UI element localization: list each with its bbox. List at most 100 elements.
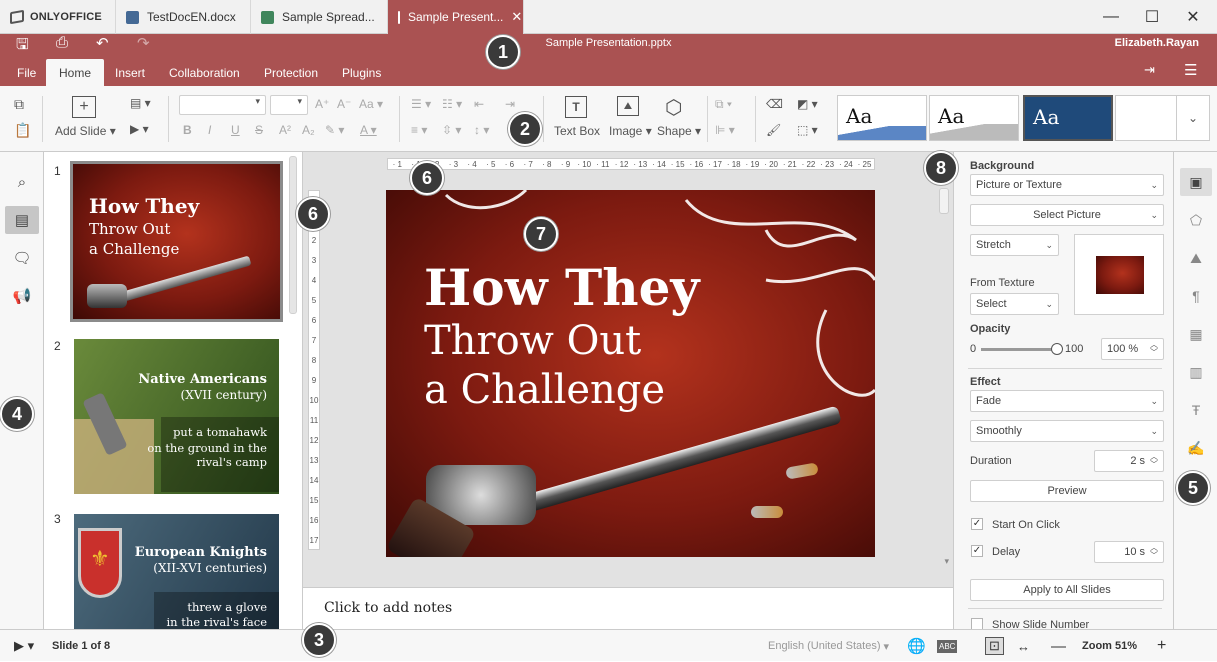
effect-select[interactable]: Fade ⌄: [970, 390, 1164, 412]
fill-type-select[interactable]: Picture or Texture ⌄: [970, 174, 1164, 196]
current-slide[interactable]: How They Throw Out a Challenge: [386, 190, 875, 557]
opacity-slider-thumb[interactable]: [1051, 343, 1063, 355]
bold-icon[interactable]: B: [183, 123, 192, 137]
align-left-icon[interactable]: ≡ ▾: [411, 123, 427, 137]
paragraph-settings-icon[interactable]: ¶: [1180, 282, 1212, 310]
minimize-button[interactable]: —: [1091, 0, 1131, 34]
numbering-icon[interactable]: ☷ ▾: [442, 97, 462, 111]
theme-3[interactable]: Aa: [1023, 95, 1113, 141]
themes-dropdown-button[interactable]: ⌄: [1176, 95, 1210, 141]
change-case-icon[interactable]: Aa ▾: [359, 97, 383, 111]
menu-home[interactable]: Home: [46, 59, 105, 86]
arrange-icon[interactable]: ⧉ ▾: [715, 97, 732, 112]
slide-title-line-1[interactable]: How They: [424, 258, 699, 317]
theme-2[interactable]: Aa: [929, 95, 1019, 141]
preview-button[interactable]: Preview: [970, 480, 1164, 502]
start-slideshow-icon[interactable]: ▶ ▾: [130, 122, 149, 136]
text-box-button[interactable]: Text Box: [554, 124, 600, 138]
stretch-select[interactable]: Stretch ⌄: [970, 234, 1059, 256]
apply-all-slides-button[interactable]: Apply to All Slides: [970, 579, 1164, 601]
vertical-ruler[interactable]: 1123456789101112131415161718: [308, 190, 320, 550]
slide-settings-icon[interactable]: ▣: [1180, 168, 1212, 196]
font-size-select[interactable]: ▾: [270, 95, 308, 115]
spell-check-icon[interactable]: ABC: [937, 630, 958, 662]
copy-icon[interactable]: ⧉: [14, 96, 24, 113]
search-icon[interactable]: ⌕: [5, 168, 39, 196]
increase-font-icon[interactable]: A⁺: [315, 97, 329, 111]
thumbnail-slide-2[interactable]: Native Americans (XVII century) put a to…: [74, 339, 279, 494]
vertical-align-icon[interactable]: ⇳ ▾: [442, 123, 461, 137]
tab-spreadsheet[interactable]: Sample Spread...: [251, 0, 388, 34]
thumbnail-slide-3[interactable]: ⚜ European Knights (XII-XVI centuries) t…: [74, 514, 279, 629]
color-scheme-icon[interactable]: ◩ ▾: [797, 97, 818, 111]
shape-button[interactable]: Shape ▾: [657, 124, 701, 138]
menu-file[interactable]: File: [4, 59, 49, 86]
slide-size-icon[interactable]: ⬚ ▾: [797, 123, 818, 137]
slide-title-line-3[interactable]: a Challenge: [424, 367, 665, 413]
strikethrough-icon[interactable]: S: [255, 123, 263, 137]
comments-icon[interactable]: 🗨: [5, 244, 39, 272]
text-box-icon[interactable]: T: [565, 96, 587, 118]
slide-title-line-2[interactable]: Throw Out: [424, 318, 641, 364]
effect-type-select[interactable]: Smoothly ⌄: [970, 420, 1164, 442]
hamburger-menu-icon[interactable]: ☰: [1184, 61, 1197, 79]
language-select[interactable]: English (United States) ▾: [768, 630, 889, 662]
highlight-icon[interactable]: ✎ ▾: [325, 123, 344, 137]
subscript-icon[interactable]: A₂: [302, 123, 315, 137]
close-window-button[interactable]: ✕: [1173, 0, 1213, 34]
editor-scrollbar[interactable]: [939, 188, 949, 214]
menu-insert[interactable]: Insert: [102, 59, 158, 86]
decrease-font-icon[interactable]: A⁻: [337, 97, 351, 111]
tab-document[interactable]: TestDocEN.docx: [116, 0, 251, 34]
underline-icon[interactable]: U: [231, 123, 240, 137]
add-slide-button[interactable]: Add Slide ▾: [55, 124, 116, 138]
texture-select[interactable]: Select ⌄: [970, 293, 1059, 315]
font-color-icon[interactable]: A ▾: [360, 123, 377, 137]
tab-presentation[interactable]: Sample Present... ✕: [388, 0, 524, 34]
zoom-in-button[interactable]: +: [1157, 630, 1166, 662]
show-slide-number-checkbox[interactable]: [971, 618, 983, 629]
menu-collaboration[interactable]: Collaboration: [156, 59, 253, 86]
align-shape-icon[interactable]: ⊫ ▾: [715, 123, 735, 137]
shape-icon[interactable]: ⬡: [665, 95, 682, 120]
slideshow-icon[interactable]: ▶ ▾: [14, 630, 34, 662]
scroll-down-icon[interactable]: ▾: [944, 556, 949, 567]
thumbnails-scrollbar[interactable]: [289, 156, 297, 314]
theme-1[interactable]: Aa: [837, 95, 927, 141]
horizontal-ruler[interactable]: · 1· 1· 2· 3· 4· 5· 6· 7· 8· 9· 10· 11· …: [387, 158, 875, 170]
globe-icon[interactable]: 🌐: [907, 630, 926, 662]
duration-input[interactable]: 2 s ︿ ﹀: [1094, 450, 1164, 472]
image-icon[interactable]: ⛰: [617, 96, 639, 116]
menu-protection[interactable]: Protection: [251, 59, 331, 86]
paste-icon[interactable]: 📋: [14, 122, 31, 139]
fit-width-icon[interactable]: ↔: [1017, 630, 1030, 662]
opacity-input[interactable]: 100 % ︿ ﹀: [1101, 338, 1164, 360]
select-picture-button[interactable]: Select Picture ⌄: [970, 204, 1164, 226]
notes-area[interactable]: Click to add notes: [303, 587, 953, 629]
open-location-icon[interactable]: ⇥: [1144, 62, 1155, 78]
font-name-select[interactable]: ▾: [179, 95, 266, 115]
increase-indent-icon[interactable]: ⇥: [505, 97, 515, 111]
chart-settings-icon[interactable]: ▥: [1180, 358, 1212, 386]
bullets-icon[interactable]: ☰ ▾: [411, 97, 431, 111]
italic-icon[interactable]: I: [208, 123, 211, 137]
superscript-icon[interactable]: A²: [279, 123, 291, 137]
delay-checkbox[interactable]: ✓: [971, 545, 983, 557]
image-settings-icon[interactable]: ⛰: [1180, 244, 1212, 272]
zoom-out-button[interactable]: —: [1051, 630, 1066, 662]
delay-input[interactable]: 10 s ︿ ﹀: [1094, 541, 1164, 563]
feedback-icon[interactable]: 📢: [5, 282, 39, 310]
shape-settings-icon[interactable]: ⬠: [1180, 206, 1212, 234]
thumbnail-slide-1[interactable]: How They Throw Out a Challenge: [70, 161, 283, 322]
start-on-click-checkbox[interactable]: ✓: [971, 518, 983, 530]
opacity-slider[interactable]: [981, 343, 1063, 355]
menu-plugins[interactable]: Plugins: [329, 59, 394, 86]
table-settings-icon[interactable]: ▦: [1180, 320, 1212, 348]
slides-panel-icon[interactable]: ▤: [5, 206, 39, 234]
copy-style-icon[interactable]: 🖌: [766, 123, 781, 137]
clear-style-icon[interactable]: ⌫: [766, 97, 783, 111]
app-logo-tab[interactable]: ONLYOFFICE: [0, 0, 116, 34]
close-tab-icon[interactable]: ✕: [511, 9, 522, 25]
add-slide-icon[interactable]: +: [72, 96, 96, 118]
maximize-button[interactable]: ☐: [1132, 0, 1172, 34]
